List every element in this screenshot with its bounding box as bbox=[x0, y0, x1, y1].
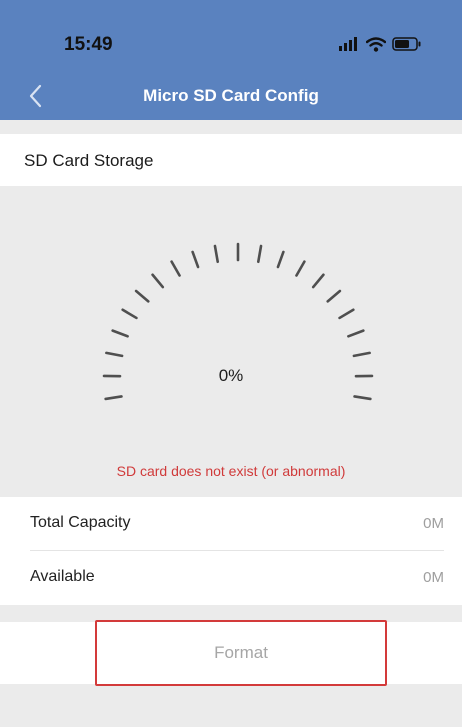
storage-section-header: SD Card Storage bbox=[0, 134, 462, 186]
gauge-tick bbox=[104, 395, 123, 401]
nav-bar: Micro SD Card Config bbox=[0, 70, 462, 120]
gauge-tick bbox=[105, 351, 124, 358]
total-capacity-value: 0M bbox=[423, 515, 444, 532]
gauge-tick bbox=[121, 308, 138, 320]
status-bar: 15:49 bbox=[0, 0, 462, 70]
gauge-tick bbox=[326, 289, 342, 303]
gauge-tick bbox=[134, 289, 150, 303]
page-title: Micro SD Card Config bbox=[143, 86, 319, 105]
available-value: 0M bbox=[423, 569, 444, 586]
sd-card-error-message: SD card does not exist (or abnormal) bbox=[116, 463, 346, 479]
gauge-tick bbox=[111, 329, 129, 338]
gauge-tick bbox=[170, 260, 181, 277]
status-icons bbox=[338, 36, 422, 52]
gauge-tick bbox=[191, 250, 200, 269]
gauge-tick bbox=[256, 244, 263, 264]
gauge-tick bbox=[353, 395, 372, 401]
wifi-icon bbox=[366, 36, 386, 52]
storage-gauge: 0% SD card does not exist (or abnormal) bbox=[0, 188, 462, 494]
format-button[interactable]: Format bbox=[95, 620, 387, 686]
gauge-tick bbox=[352, 351, 371, 358]
battery-icon bbox=[392, 37, 421, 51]
gauge-tick bbox=[276, 250, 285, 269]
gauge-tick bbox=[295, 260, 306, 277]
gauge-tick bbox=[151, 273, 165, 289]
total-capacity-row: Total Capacity 0M bbox=[0, 497, 462, 551]
gauge-tick bbox=[311, 273, 325, 289]
gauge-ticks bbox=[102, 242, 374, 401]
gauge-tick bbox=[347, 329, 365, 338]
gauge-tick bbox=[338, 308, 355, 320]
usage-percent: 0% bbox=[218, 366, 244, 385]
available-row: Available 0M bbox=[0, 551, 462, 605]
status-time: 15:49 bbox=[64, 34, 113, 55]
signal-icon bbox=[339, 37, 357, 51]
gauge-tick bbox=[213, 244, 220, 264]
available-label: Available bbox=[30, 568, 95, 585]
storage-section-label: SD Card Storage bbox=[24, 151, 154, 170]
total-capacity-label: Total Capacity bbox=[30, 514, 131, 531]
